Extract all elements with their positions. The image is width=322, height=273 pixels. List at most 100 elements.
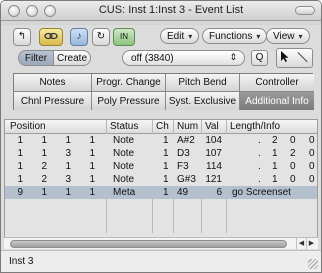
status-cell[interactable]: Note <box>113 134 134 147</box>
column-header-position[interactable]: Position <box>10 121 46 132</box>
length-info-cell[interactable]: . <box>258 134 261 147</box>
chevron-down-icon: ▾ <box>256 31 261 41</box>
val-cell[interactable]: 107 <box>203 147 222 160</box>
channel-cell[interactable]: 1 <box>163 147 169 160</box>
channel-cell[interactable]: 1 <box>163 186 169 199</box>
column-header-channel[interactable]: Ch <box>156 121 169 132</box>
length-info-cell[interactable]: 0 <box>309 160 315 173</box>
catch-button[interactable]: ↻ <box>92 28 110 46</box>
table-row[interactable]: 1 1 3 1 Note 1 D3 107. 1 2 0 <box>5 147 317 160</box>
channel-cell[interactable]: 1 <box>163 134 169 147</box>
position-cell[interactable]: 3 <box>61 173 71 186</box>
position-cell[interactable]: 1 <box>13 147 23 160</box>
length-info-cell[interactable]: . <box>258 160 261 173</box>
resize-grip-icon[interactable] <box>308 259 318 269</box>
length-info-cell[interactable]: . <box>258 173 261 186</box>
channel-cell[interactable]: 1 <box>163 160 169 173</box>
position-cell[interactable]: 1 <box>85 173 95 186</box>
length-info-cell[interactable]: 1 <box>272 173 278 186</box>
edit-menu[interactable]: Edit ▾ <box>160 28 200 44</box>
tool-menu[interactable] <box>276 48 313 68</box>
position-cell[interactable]: 1 <box>37 186 47 199</box>
length-info-cell[interactable]: 2 <box>290 147 296 160</box>
scrollbar-thumb[interactable] <box>10 240 287 248</box>
table-row[interactable]: 9 1 1 1 Meta 1 49 6 go Screenset <box>5 186 317 199</box>
num-cell[interactable]: F3 <box>177 160 189 173</box>
column-header-status[interactable]: Status <box>110 121 138 132</box>
length-info-cell[interactable]: 1 <box>272 147 278 160</box>
status-cell[interactable]: Note <box>113 160 134 173</box>
length-info-cell[interactable]: go Screenset <box>232 186 291 199</box>
tab-label: Poly Pressure <box>97 95 160 107</box>
column-header-length-info[interactable]: Length/Info <box>230 121 280 132</box>
length-info-cell[interactable]: 2 <box>272 134 278 147</box>
filter-mode-button[interactable]: Filter <box>18 50 54 66</box>
toolbar-toggle-button[interactable] <box>295 6 315 15</box>
num-cell[interactable]: 49 <box>177 186 188 199</box>
position-cell[interactable]: 1 <box>85 186 95 199</box>
scroll-right-arrow-icon[interactable]: ▶ <box>306 238 316 249</box>
horizontal-scrollbar[interactable]: ◀ ▶ <box>4 237 318 249</box>
length-info-cell[interactable]: 1 <box>272 160 278 173</box>
channel-cell[interactable]: 1 <box>163 173 169 186</box>
tab-additional-info[interactable]: Additional Info <box>240 92 314 110</box>
position-cell[interactable]: 1 <box>85 160 95 173</box>
column-header-num[interactable]: Num <box>177 121 198 132</box>
length-info-cell[interactable]: 0 <box>290 173 296 186</box>
table-row[interactable]: 1 2 1 1 Note 1 F3 114. 1 0 0 <box>5 160 317 173</box>
midi-out-button[interactable]: ♪ <box>70 28 88 46</box>
tab-notes[interactable]: Notes <box>14 74 92 92</box>
close-window-button[interactable] <box>8 5 20 17</box>
tab-controller[interactable]: Controller <box>240 74 314 92</box>
position-cell[interactable]: 1 <box>13 173 23 186</box>
position-cell[interactable]: 1 <box>37 134 47 147</box>
position-cell[interactable]: 1 <box>61 134 71 147</box>
val-cell[interactable]: 104 <box>203 134 222 147</box>
status-cell[interactable]: Meta <box>113 186 135 199</box>
length-info-cell[interactable]: 0 <box>290 134 296 147</box>
length-info-cell[interactable]: 0 <box>309 173 315 186</box>
position-cell[interactable]: 3 <box>61 147 71 160</box>
val-cell[interactable]: 6 <box>203 186 222 199</box>
num-cell[interactable]: D3 <box>177 147 190 160</box>
search-button[interactable]: Q <box>251 50 268 66</box>
link-button[interactable] <box>39 28 63 46</box>
quantize-dropdown[interactable]: off (3840) ⇕ <box>122 50 245 66</box>
position-cell[interactable]: 1 <box>13 160 23 173</box>
functions-menu[interactable]: Functions ▾ <box>202 28 268 44</box>
tab-program-change[interactable]: Progr. Change <box>92 74 166 92</box>
tab-pitch-bend[interactable]: Pitch Bend <box>166 74 240 92</box>
status-cell[interactable]: Note <box>113 173 134 186</box>
position-cell[interactable]: 1 <box>13 134 23 147</box>
length-info-cell[interactable]: . <box>258 147 261 160</box>
parent-level-button[interactable]: ↰ <box>13 28 31 46</box>
status-cell[interactable]: Note <box>113 147 134 160</box>
val-cell[interactable]: 114 <box>203 160 222 173</box>
table-row[interactable]: 1 1 1 1 Note 1 A#2 104. 2 0 0 <box>5 134 317 147</box>
tab-channel-pressure[interactable]: Chnl Pressure <box>14 92 92 110</box>
create-mode-button[interactable]: Create <box>53 50 91 66</box>
tab-system-exclusive[interactable]: Syst. Exclusive <box>166 92 240 110</box>
position-cell[interactable]: 1 <box>85 147 95 160</box>
position-cell[interactable]: 1 <box>61 160 71 173</box>
column-header-val[interactable]: Val <box>205 121 219 132</box>
position-cell[interactable]: 9 <box>13 186 23 199</box>
table-row[interactable]: 1 2 3 1 Note 1 G#3 121. 1 0 0 <box>5 173 317 186</box>
length-info-cell[interactable]: 0 <box>290 160 296 173</box>
position-cell[interactable]: 1 <box>61 186 71 199</box>
length-info-cell[interactable]: 0 <box>309 147 315 160</box>
position-cell[interactable]: 1 <box>85 134 95 147</box>
position-cell[interactable]: 1 <box>37 147 47 160</box>
position-cell[interactable]: 2 <box>37 160 47 173</box>
view-menu[interactable]: View ▾ <box>266 28 310 44</box>
length-info-cell[interactable]: 0 <box>309 134 315 147</box>
num-cell[interactable]: G#3 <box>177 173 196 186</box>
tab-poly-pressure[interactable]: Poly Pressure <box>92 92 166 110</box>
in-out-button[interactable]: IN <box>113 28 135 46</box>
zoom-window-button[interactable] <box>44 5 56 17</box>
minimize-window-button[interactable] <box>26 5 38 17</box>
num-cell[interactable]: A#2 <box>177 134 195 147</box>
position-cell[interactable]: 2 <box>37 173 47 186</box>
scroll-left-arrow-icon[interactable]: ◀ <box>296 238 306 249</box>
val-cell[interactable]: 121 <box>203 173 222 186</box>
